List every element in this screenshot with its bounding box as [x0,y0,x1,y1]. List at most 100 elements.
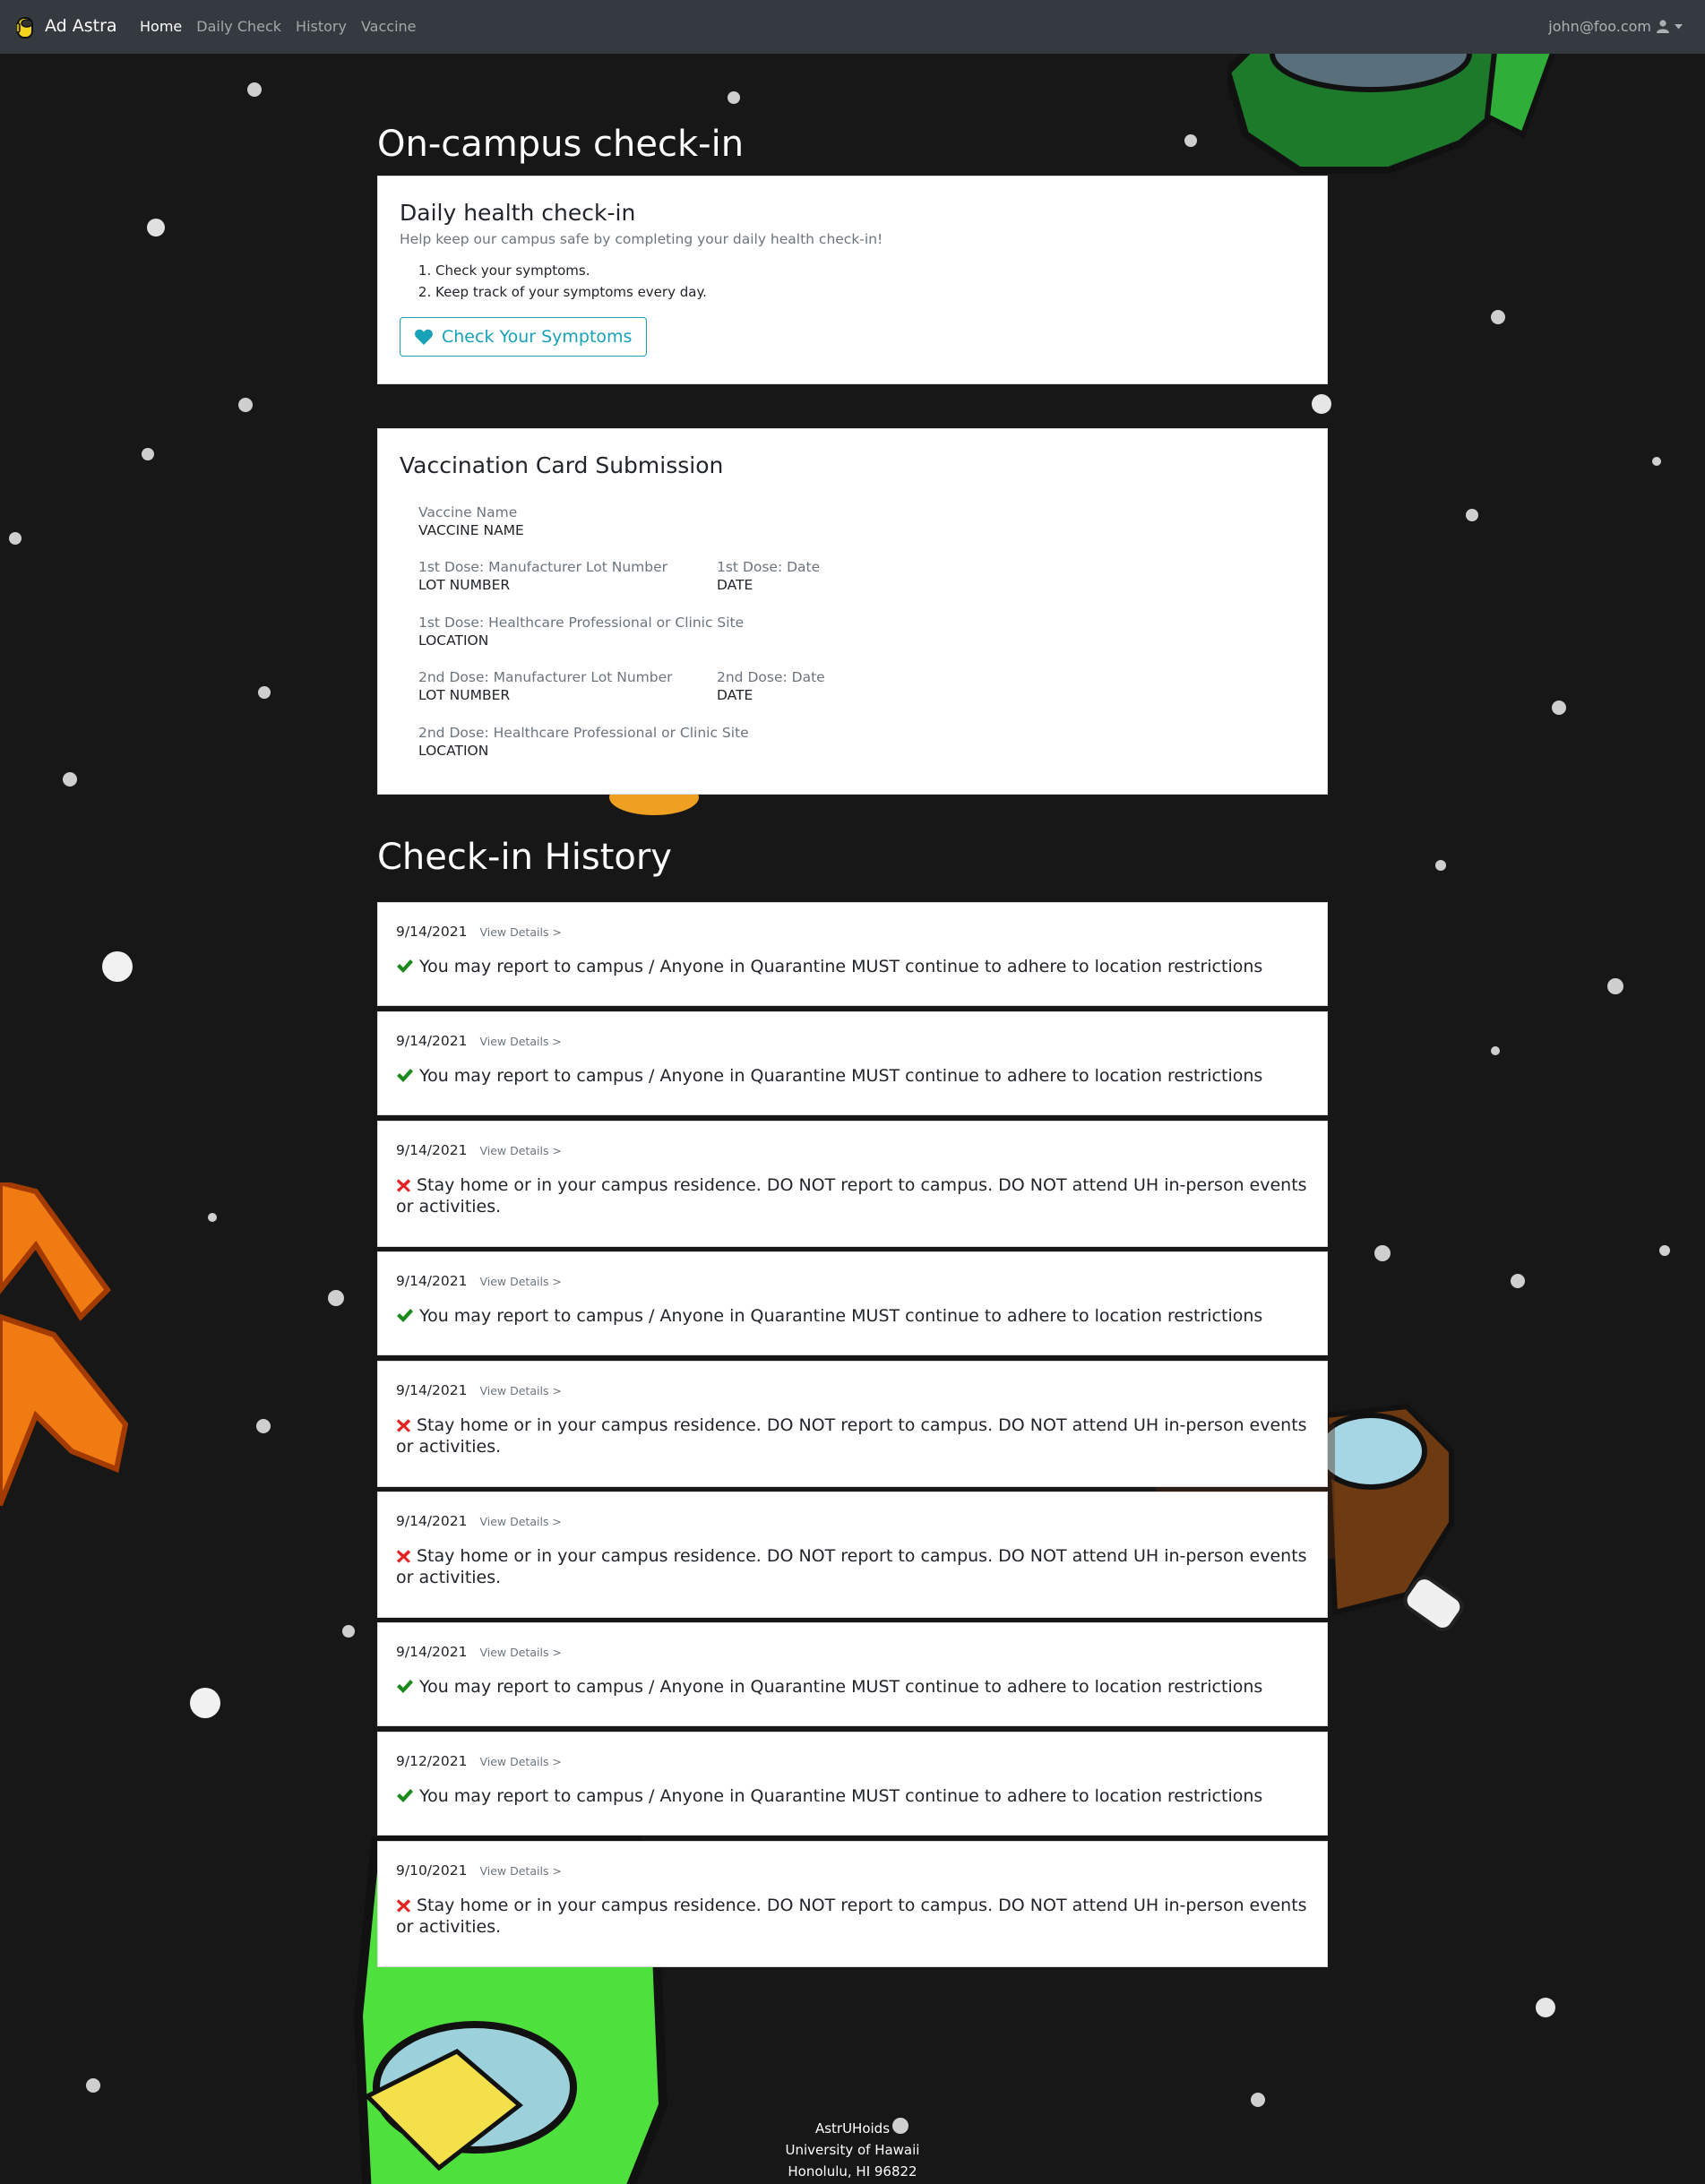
history-date: 9/14/2021 [396,924,468,940]
crewmate-logo-icon [16,17,33,39]
history-message: You may report to campus / Anyone in Qua… [396,1065,1309,1087]
footer-line: University of Hawaii [785,2142,920,2158]
nav-link-daily-check[interactable]: Daily Check [196,18,281,35]
history-message-text: You may report to campus / Anyone in Qua… [419,1786,1263,1806]
check-icon [397,1680,413,1693]
history-message: Stay home or in your campus residence. D… [396,1414,1309,1457]
check-icon [397,1789,413,1802]
view-details-link[interactable]: View Details > [479,1515,561,1528]
vaccination-card-title: Vaccination Card Submission [400,452,724,478]
history-date: 9/12/2021 [396,1753,468,1769]
dose1-site-field: 1st Dose: Healthcare Professional or Cli… [418,615,744,649]
history-message: Stay home or in your campus residence. D… [396,1174,1309,1217]
field-value: VACCINE NAME [418,522,524,538]
history-entry-header: 9/14/2021 View Details > [396,1272,1309,1289]
dose2-lot-field: 2nd Dose: Manufacturer Lot Number LOT NU… [418,669,673,703]
history-message: You may report to campus / Anyone in Qua… [396,1305,1309,1327]
history-section-title: Check-in History [377,837,672,878]
x-icon [396,1419,411,1432]
checkin-section-title: On-campus check-in [377,124,745,165]
daily-checkin-subtitle: Help keep our campus safe by completing … [400,231,883,247]
check-symptoms-label: Check Your Symptoms [442,327,633,347]
navbar: Ad Astra Home Daily Check History Vaccin… [0,0,1705,54]
view-details-link[interactable]: View Details > [479,1864,561,1878]
user-icon [1657,20,1669,33]
view-details-link[interactable]: View Details > [479,1646,561,1659]
view-details-link[interactable]: View Details > [479,925,561,939]
history-entry-header: 9/14/2021 View Details > [396,1141,1309,1158]
dose2-date-field: 2nd Dose: Date DATE [717,669,825,703]
view-details-link[interactable]: View Details > [479,1755,561,1768]
field-label: 2nd Dose: Healthcare Professional or Cli… [418,725,749,741]
footer-line: AstrUHoids [814,2120,891,2137]
history-entry: 9/14/2021 View Details > You may report to… [377,902,1328,1006]
field-label: Vaccine Name [418,504,518,520]
history-date: 9/14/2021 [396,1142,468,1158]
history-message-text: Stay home or in your campus residence. D… [396,1546,1307,1587]
dose1-date-field: 1st Dose: Date DATE [717,559,820,593]
checkin-step: Check your symptoms. [435,260,1305,281]
history-message: Stay home or in your campus residence. D… [396,1545,1309,1588]
history-message-text: You may report to campus / Anyone in Qua… [419,1677,1263,1697]
history-message: You may report to campus / Anyone in Qua… [396,1676,1309,1698]
footer-line: Honolulu, HI 96822 [788,2163,917,2180]
history-date: 9/14/2021 [396,1033,468,1049]
user-email: john@foo.com [1548,18,1651,35]
history-entry-header: 9/14/2021 View Details > [396,1381,1309,1398]
history-entry: 9/14/2021 View Details > You may report to… [377,1251,1328,1355]
history-entry-header: 9/12/2021 View Details > [396,1752,1309,1769]
heart-icon [415,329,433,345]
history-message: You may report to campus / Anyone in Qua… [396,956,1309,977]
history-entry: 9/14/2021 View Details > You may report to… [377,1011,1328,1115]
history-entry: 9/14/2021 View Details > Stay home or in y… [377,1492,1328,1618]
vaccination-card: Vaccination Card Submission Vaccine Name… [377,428,1328,795]
daily-checkin-title: Daily health check-in [400,200,636,226]
history-entry-header: 9/10/2021 View Details > [396,1862,1309,1879]
history-entry-header: 9/14/2021 View Details > [396,1032,1309,1049]
history-date: 9/14/2021 [396,1513,468,1529]
view-details-link[interactable]: View Details > [479,1035,561,1048]
history-entry-header: 9/14/2021 View Details > [396,923,1309,940]
history-message: Stay home or in your campus residence. D… [396,1895,1309,1938]
history-entry: 9/12/2021 View Details > You may report to… [377,1732,1328,1836]
field-label: 1st Dose: Healthcare Professional or Cli… [418,615,745,631]
checkin-steps: Check your symptoms. Keep track of your … [400,260,1305,303]
daily-checkin-card: Daily health check-in Help keep our camp… [377,176,1328,384]
caret-down-icon [1675,23,1683,29]
brand-name: Ad Astra [45,16,117,36]
checkin-step: Keep track of your symptoms every day. [435,281,1305,303]
history-message-text: You may report to campus / Anyone in Qua… [419,1066,1263,1086]
nav-link-history[interactable]: History [296,18,347,35]
field-value: LOT NUMBER [418,577,511,593]
history-message-text: Stay home or in your campus residence. D… [396,1415,1307,1457]
field-value: LOT NUMBER [418,687,511,703]
check-icon [397,959,413,973]
x-icon [396,1179,411,1192]
view-details-link[interactable]: View Details > [479,1275,561,1288]
nav-link-home[interactable]: Home [140,18,182,35]
nav-links: Home Daily Check History Vaccine [140,18,417,35]
field-value: DATE [717,577,753,593]
field-label: 1st Dose: Date [717,559,821,575]
check-symptoms-button[interactable]: Check Your Symptoms [400,317,648,357]
vaccine-name-field: Vaccine Name VACCINE NAME [418,504,524,538]
x-icon [396,1550,411,1563]
nav-link-vaccine[interactable]: Vaccine [361,18,417,35]
field-value: LOCATION [418,743,489,759]
user-menu[interactable]: john@foo.com [1548,18,1683,35]
field-label: 2nd Dose: Date [717,669,825,685]
brand[interactable]: Ad Astra [16,13,117,39]
history-date: 9/14/2021 [396,1644,468,1660]
footer: AstrUHoids University of Hawaii Honolulu… [0,2118,1705,2182]
check-icon [397,1309,413,1322]
history-date: 9/10/2021 [396,1862,468,1879]
history-message-text: Stay home or in your campus residence. D… [396,1896,1307,1937]
check-icon [397,1069,413,1082]
view-details-link[interactable]: View Details > [479,1144,561,1157]
view-details-link[interactable]: View Details > [479,1384,561,1397]
history-entry: 9/14/2021 View Details > Stay home or in y… [377,1361,1328,1487]
history-message-text: You may report to campus / Anyone in Qua… [419,1306,1263,1326]
history-entry: 9/10/2021 View Details > Stay home or in y… [377,1841,1328,1967]
x-icon [396,1899,411,1913]
history-entry-header: 9/14/2021 View Details > [396,1512,1309,1529]
